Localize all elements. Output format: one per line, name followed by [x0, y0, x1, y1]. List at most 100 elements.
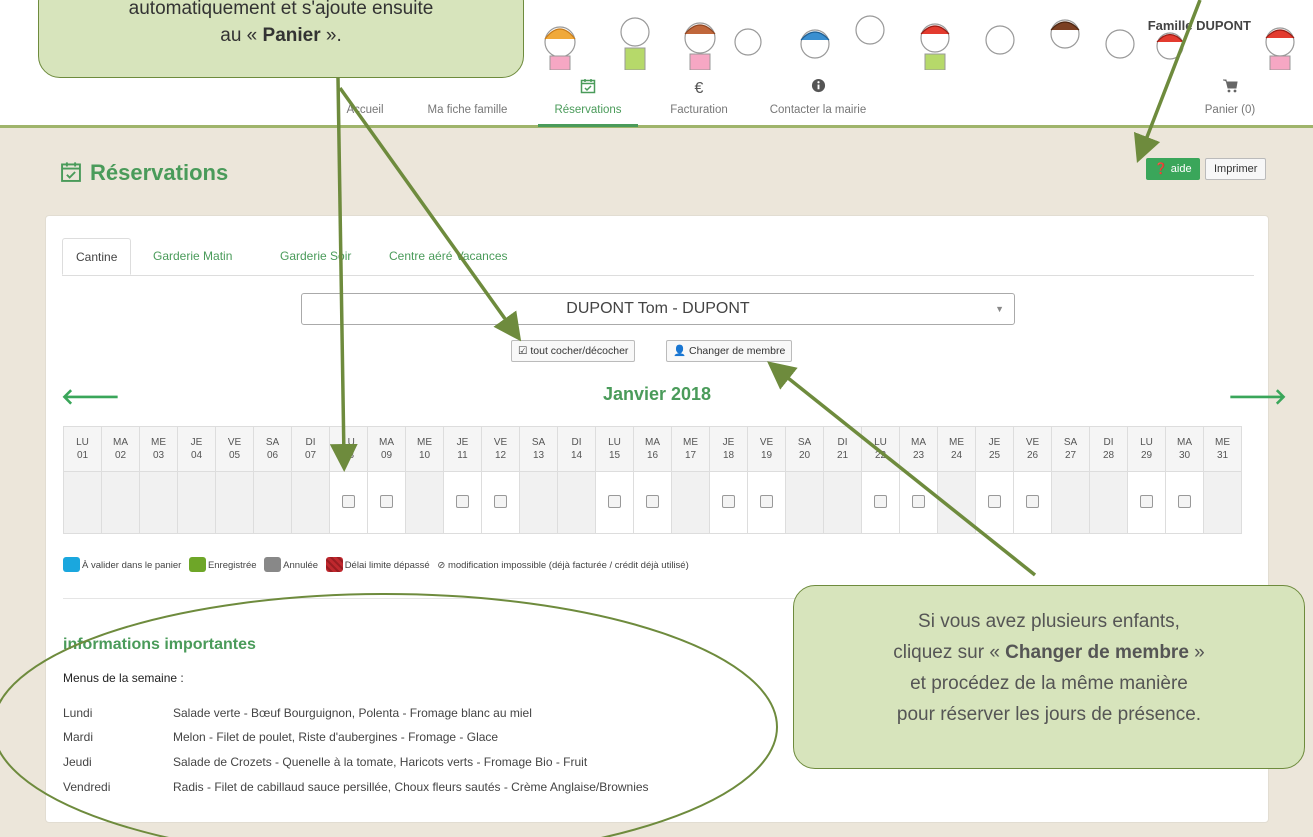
family-name[interactable]: Famille DUPONT — [1148, 18, 1251, 33]
nav-label: Facturation — [670, 104, 728, 116]
day-checkbox[interactable] — [380, 494, 393, 508]
calendar-day-cell — [405, 471, 444, 534]
tab-garderie-soir[interactable]: Garderie Soir — [267, 238, 364, 275]
calendar-day-header: DI 21 — [823, 426, 862, 472]
day-checkbox[interactable] — [722, 494, 735, 508]
day-abbr: ME — [949, 437, 964, 448]
toggle-all-label: tout cocher/décocher — [530, 345, 629, 357]
calendar-day-cell — [1051, 471, 1090, 534]
nav-contacter-mairie[interactable]: Contacter la mairie — [762, 76, 874, 124]
legend-item: Enregistrée — [188, 557, 257, 572]
nav-panier[interactable]: Panier (0) — [1195, 76, 1265, 124]
day-abbr: ME — [151, 437, 166, 448]
day-number: 02 — [114, 450, 127, 461]
kids-illustration-banner — [520, 4, 1310, 70]
day-abbr: VE — [493, 437, 508, 448]
tab-centre-aere-vacances[interactable]: Centre aéré Vacances — [376, 238, 521, 275]
day-abbr: ME — [683, 437, 698, 448]
legend-label: À valider dans le panier — [82, 560, 182, 571]
day-number: 19 — [760, 450, 773, 461]
chevron-down-icon: ▼ — [995, 304, 1004, 314]
calendar-day-header: ME 10 — [405, 426, 444, 472]
day-abbr: DI — [837, 437, 848, 448]
nav-facturation[interactable]: € Facturation — [660, 76, 738, 124]
day-checkbox[interactable] — [988, 494, 1001, 508]
day-checkbox[interactable] — [646, 494, 659, 508]
day-checkbox[interactable] — [1140, 494, 1153, 508]
calendar-day-header: DI 14 — [557, 426, 596, 472]
member-select[interactable]: DUPONT Tom - DUPONT ▼ — [301, 293, 1015, 325]
day-checkbox[interactable] — [1178, 494, 1191, 508]
legend-label: Enregistrée — [207, 560, 257, 571]
day-checkbox[interactable] — [494, 494, 507, 508]
help-button[interactable]: ❓ aide — [1146, 158, 1200, 180]
change-member-button[interactable]: 👤 Changer de membre — [666, 340, 793, 362]
calendar-day-cell — [1165, 471, 1204, 534]
day-number: 31 — [1216, 450, 1229, 461]
day-abbr: LU — [76, 437, 89, 448]
day-abbr: SA — [531, 437, 546, 448]
day-checkbox[interactable] — [342, 494, 355, 508]
calendar-day-header: DI 28 — [1089, 426, 1128, 472]
day-checkbox[interactable] — [456, 494, 469, 508]
calendar-day-header: ME 31 — [1203, 426, 1242, 472]
callout-panier: automatiquement et s'ajoute ensuite au «… — [38, 0, 524, 78]
day-number: 25 — [988, 450, 1001, 461]
calendar-day-cell — [367, 471, 406, 534]
day-number: 14 — [570, 450, 583, 461]
calendar-day-header: ME 24 — [937, 426, 976, 472]
next-month-arrow-icon[interactable]: 🡒 — [1228, 384, 1287, 410]
day-checkbox[interactable] — [912, 494, 925, 508]
day-abbr: LU — [1140, 437, 1153, 448]
nav-label: Ma fiche famille — [427, 104, 508, 116]
calendar-day-cell — [329, 471, 368, 534]
nav-ma-fiche-famille[interactable]: Ma fiche famille — [420, 76, 515, 124]
tab-garderie-matin[interactable]: Garderie Matin — [140, 238, 245, 275]
calendar-day-header: SA 27 — [1051, 426, 1090, 472]
reservation-calendar: LU 01 MA 02 ME 03 JE 04 VE 05 SA 06 DI 07 LU 08 MA 09 ME 10… — [63, 426, 1242, 534]
nav-label: Réservations — [554, 104, 622, 116]
day-number: 13 — [532, 450, 545, 461]
day-abbr: JE — [190, 437, 203, 448]
nav-accueil[interactable]: Accueil — [340, 76, 390, 124]
calendar-check-icon — [61, 162, 81, 182]
day-number: 04 — [190, 450, 203, 461]
menu-row: Lundi Salade verte - Bœuf Bourguignon, Po… — [63, 706, 532, 720]
service-tabs: Cantine Garderie Matin Garderie Soir Cen… — [62, 238, 1254, 276]
day-number: 10 — [418, 450, 431, 461]
day-abbr: JE — [456, 437, 469, 448]
day-checkbox[interactable] — [760, 494, 773, 508]
nav-label: Contacter la mairie — [769, 104, 867, 116]
nav-reservations[interactable]: Réservations — [538, 76, 638, 127]
day-number: 29 — [1140, 450, 1153, 461]
legend-item: Délai limite dépassé — [325, 557, 430, 572]
toggle-all-button[interactable]: ☑ tout cocher/décocher — [511, 340, 636, 362]
calendar-day-header: DI 07 — [291, 426, 330, 472]
calendar-day-cell — [1013, 471, 1052, 534]
print-button[interactable]: Imprimer — [1205, 158, 1267, 180]
menu-text: Radis - Filet de cabillaud sauce persill… — [173, 780, 649, 794]
callout-line: et procédez de la même manière — [910, 673, 1188, 694]
day-number: 23 — [912, 450, 925, 461]
calendar-day-header: ME 03 — [139, 426, 178, 472]
day-abbr: MA — [113, 437, 128, 448]
calendar-day-header: VE 12 — [481, 426, 520, 472]
day-abbr: JE — [722, 437, 735, 448]
question-icon: ❓ — [1154, 163, 1168, 175]
day-number: 30 — [1178, 450, 1191, 461]
calendar-day-cell — [443, 471, 482, 534]
calendar-day-cell — [1127, 471, 1166, 534]
calendar-day-header: JE 04 — [177, 426, 216, 472]
calendar-day-header: JE 25 — [975, 426, 1014, 472]
tab-cantine[interactable]: Cantine — [62, 238, 132, 275]
day-checkbox[interactable] — [874, 494, 887, 508]
calendar-day-header: JE 11 — [443, 426, 482, 472]
calendar-day-cell — [1203, 471, 1242, 534]
day-checkbox[interactable] — [608, 494, 621, 508]
help-label: aide — [1170, 163, 1192, 175]
home-icon — [340, 78, 390, 100]
user-icon — [420, 78, 515, 100]
day-number: 26 — [1026, 450, 1039, 461]
day-checkbox[interactable] — [1026, 494, 1039, 508]
callout-line: Si vous avez plusieurs enfants, — [918, 611, 1180, 632]
